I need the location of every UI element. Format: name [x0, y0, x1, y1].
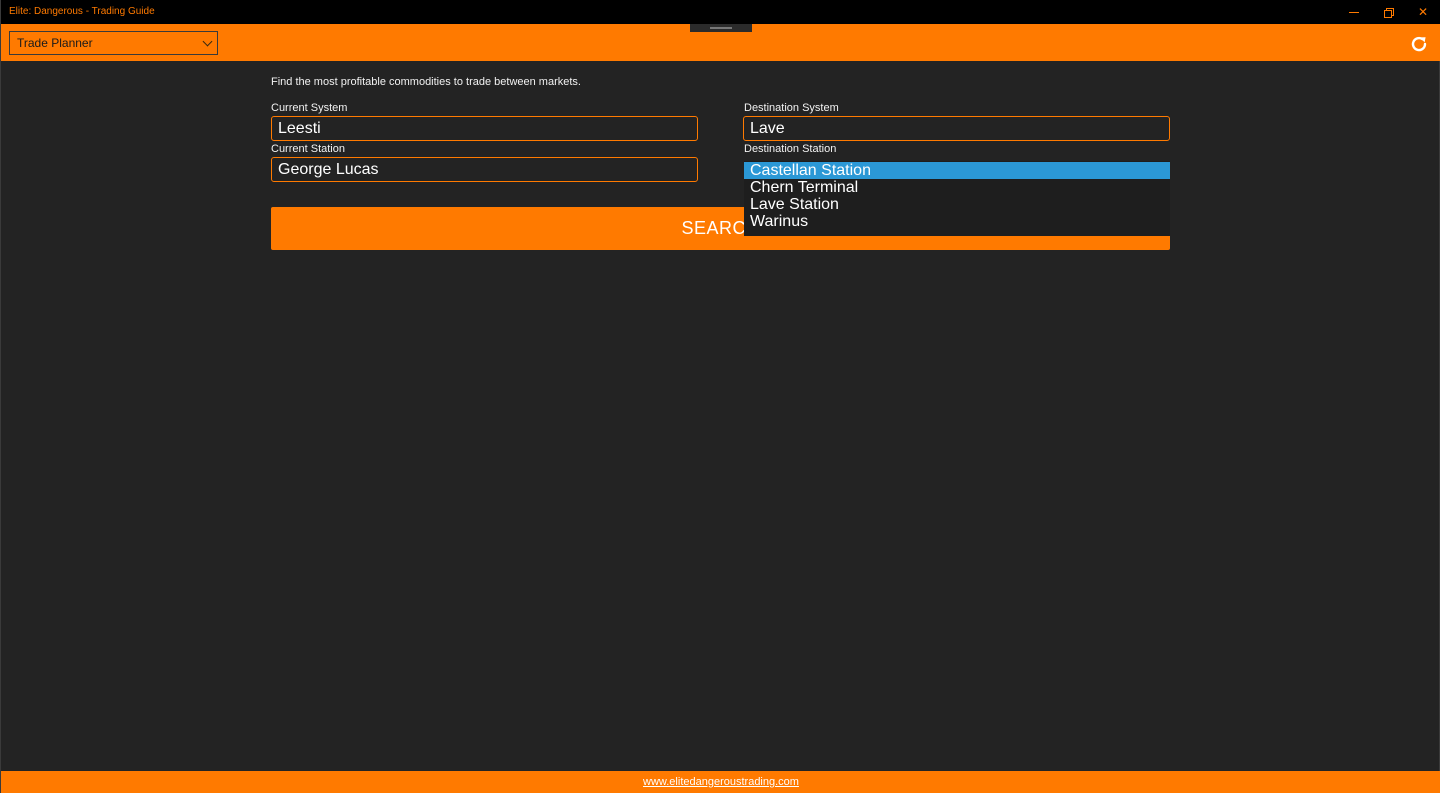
refresh-icon	[1411, 36, 1427, 52]
page-select[interactable]: Trade Planner	[9, 31, 218, 55]
website-link[interactable]: www.elitedangeroustrading.com	[643, 776, 799, 788]
app-window: Elite: Dangerous - Trading Guide ✕ Trade…	[0, 0, 1440, 793]
destination-station-label: Destination Station	[744, 143, 837, 155]
dropdown-option-warinus[interactable]: Warinus	[744, 213, 1170, 230]
dropdown-option-lave-station[interactable]: Lave Station	[744, 196, 1170, 213]
intro-text: Find the most profitable commodities to …	[271, 76, 581, 88]
restore-button[interactable]	[1372, 0, 1406, 24]
page-select-value: Trade Planner	[17, 36, 93, 50]
current-system-input[interactable]	[271, 116, 698, 141]
destination-system-label: Destination System	[744, 102, 839, 114]
window-title: Elite: Dangerous - Trading Guide	[9, 6, 155, 17]
dropdown-option-castellan-station[interactable]: Castellan Station	[744, 162, 1170, 179]
dropdown-option-chern-terminal[interactable]: Chern Terminal	[744, 179, 1170, 196]
current-station-label: Current Station	[271, 143, 345, 155]
current-station-input[interactable]	[271, 157, 698, 182]
close-button[interactable]: ✕	[1406, 0, 1440, 24]
restore-icon-front	[1384, 10, 1392, 18]
footer-bar: www.elitedangeroustrading.com	[1, 771, 1440, 793]
grip-icon	[710, 27, 732, 29]
title-bar: Elite: Dangerous - Trading Guide ✕	[1, 0, 1440, 24]
refresh-button[interactable]	[1409, 34, 1429, 54]
close-icon: ✕	[1417, 5, 1429, 19]
chevron-down-icon	[202, 36, 213, 47]
destination-system-input[interactable]	[743, 116, 1170, 141]
minimize-icon	[1349, 12, 1359, 13]
minimize-button[interactable]	[1337, 0, 1371, 24]
destination-station-dropdown[interactable]: Castellan Station Chern Terminal Lave St…	[744, 161, 1170, 236]
app-bar-handle[interactable]	[690, 24, 752, 32]
current-system-label: Current System	[271, 102, 348, 114]
